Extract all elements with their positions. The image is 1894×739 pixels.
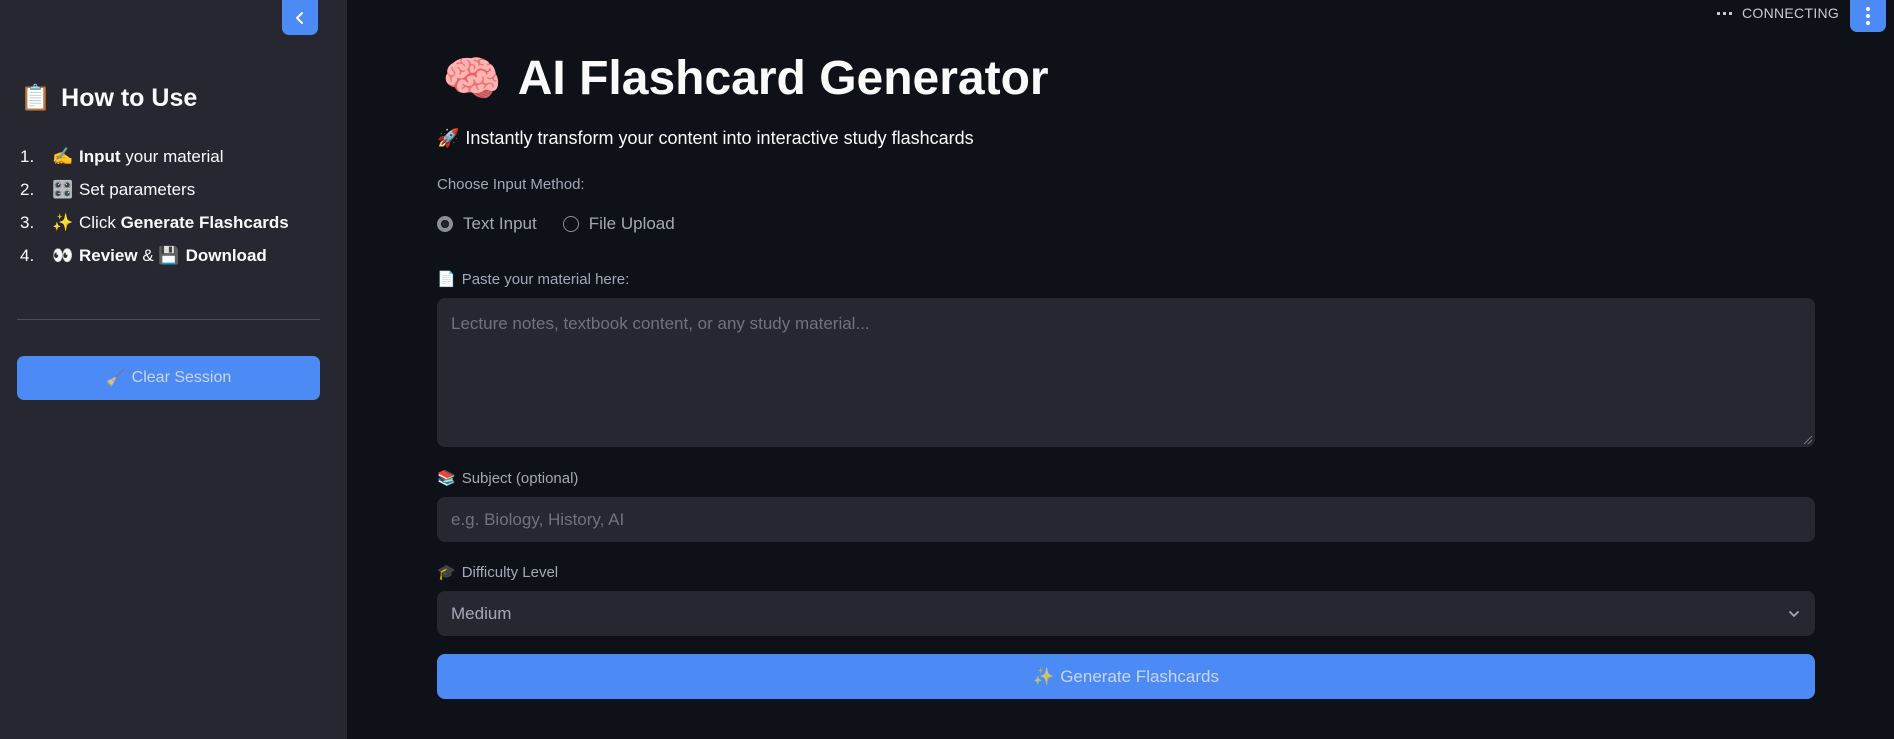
sidebar: 📋 How to Use 1. ✍️ Input your material 2… [0,0,347,739]
step-bold: Input [79,146,121,166]
graduation-cap-icon: 🎓 [437,564,456,581]
step-number: 3. [20,212,35,232]
connection-status: CONNECTING [1717,3,1839,23]
step-item: 1. ✍️ Input your material [20,140,289,173]
subject-label: 📚 Subject (optional) [437,469,579,488]
subject-placeholder: e.g. Biology, History, AI [451,509,625,529]
radio-label: Text Input [463,214,537,233]
difficulty-select[interactable]: Medium [437,591,1815,636]
step-text: Click [79,212,121,232]
brain-icon: 🧠 [442,52,502,106]
step-item: 2. 🎛️ Set parameters [20,173,289,206]
subject-label-text: Subject (optional) [461,469,579,487]
eyes-icon: 👀 [52,245,74,265]
step-bold: Generate Flashcards [120,212,289,232]
chevron-left-icon [296,11,303,24]
step-number: 2. [20,179,35,199]
radio-selected-icon [437,216,453,232]
difficulty-label-text: Difficulty Level [461,563,559,581]
radio-label: File Upload [588,214,675,233]
connection-status-text: CONNECTING [1742,5,1840,21]
books-icon: 📚 [437,470,456,487]
difficulty-value: Medium [451,603,512,623]
clear-session-label: Clear Session [131,369,232,386]
chevron-down-icon [1789,610,1799,617]
material-label-text: Paste your material here: [461,270,630,288]
clipboard-icon: 📋 [20,84,52,112]
input-method-label: Choose Input Method: [437,176,585,193]
page-title: 🧠 AI Flashcard Generator [442,48,1049,108]
sidebar-divider [17,319,320,320]
page-subtitle: 🚀 Instantly transform your content into … [437,128,974,149]
material-textarea[interactable]: Lecture notes, textbook content, or any … [437,298,1815,447]
broom-icon: 🧹 [105,370,126,387]
generate-flashcards-button[interactable]: ✨ Generate Flashcards [437,654,1815,699]
step-bold: Review [79,245,138,265]
step-text: Set parameters [79,179,196,199]
material-placeholder: Lecture notes, textbook content, or any … [451,314,870,333]
page-subtitle-text: Instantly transform your content into in… [465,128,974,148]
step-number: 1. [20,146,35,166]
difficulty-label: 🎓 Difficulty Level [437,563,559,582]
subject-input[interactable]: e.g. Biology, History, AI [437,497,1815,542]
kebab-dot [1866,14,1870,18]
page-title-text: AI Flashcard Generator [517,51,1049,105]
steps-list: 1. ✍️ Input your material 2. 🎛️ Set para… [20,140,289,272]
step-text: & [137,245,159,265]
generate-flashcards-label: Generate Flashcards [1060,666,1219,686]
running-dots-icon [1717,11,1732,15]
kebab-dot [1866,21,1870,25]
writing-hand-icon: ✍️ [52,146,74,166]
floppy-disk-icon: 💾 [158,245,180,265]
main-menu-button[interactable] [1850,0,1886,32]
page-facing-up-icon: 📄 [437,271,456,288]
sparkles-icon: ✨ [52,212,74,232]
step-item: 3. ✨ Click Generate Flashcards [20,206,289,239]
resize-handle-icon[interactable] [1804,436,1812,444]
input-method-radio-group: Text Input File Upload [437,214,675,234]
step-bold: Download [185,245,267,265]
radio-text-input[interactable]: Text Input [437,214,537,234]
radio-unselected-icon [562,216,579,232]
control-knobs-icon: 🎛️ [52,179,74,199]
sidebar-title-text: How to Use [61,84,198,112]
step-item: 4. 👀 Review & 💾 Download [20,239,289,272]
step-text: your material [120,146,224,166]
rocket-icon: 🚀 [437,128,460,148]
step-number: 4. [20,245,35,265]
clear-session-button[interactable]: 🧹 Clear Session [17,356,320,400]
sparkles-icon: ✨ [1033,666,1055,686]
sidebar-title: 📋 How to Use [20,84,197,113]
kebab-menu-icon [1866,7,1870,11]
radio-file-upload[interactable]: File Upload [562,214,675,234]
collapse-sidebar-button[interactable] [282,0,318,35]
material-label: 📄 Paste your material here: [437,270,630,289]
